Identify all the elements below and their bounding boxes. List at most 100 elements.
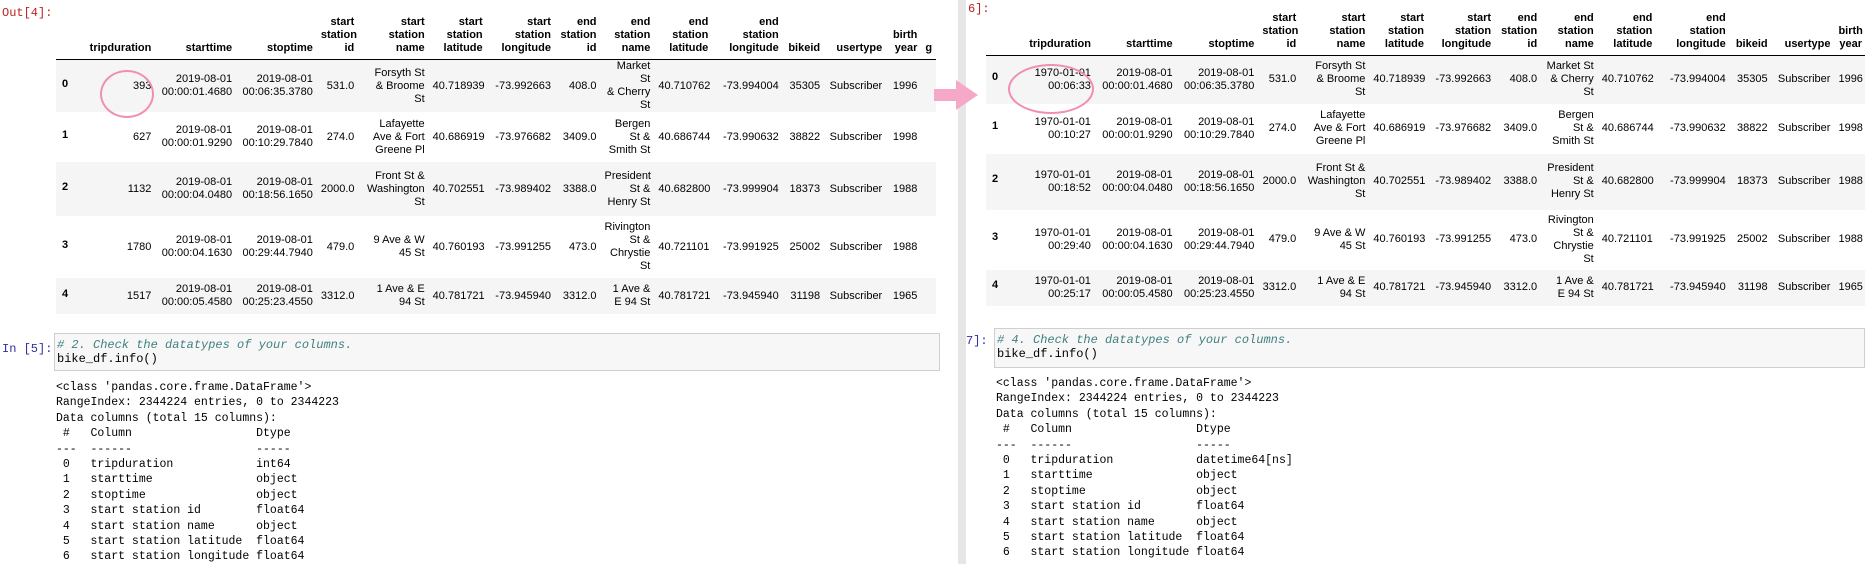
table-cell: 35305 bbox=[783, 60, 824, 113]
cell-text: 2019-08-01 bbox=[256, 176, 313, 188]
code-cell[interactable]: # 2. Check the datatypes of your columns… bbox=[54, 333, 940, 371]
column-header-text: start bbox=[1341, 12, 1366, 24]
cell-text: St bbox=[639, 99, 651, 111]
cell-text: Greene Pl bbox=[375, 143, 425, 156]
cell-text: 40.702551 bbox=[1373, 175, 1426, 187]
cell-text: 94 St bbox=[398, 296, 425, 308]
table-cell: 2000.0 bbox=[317, 162, 358, 216]
cell-text: 00:06:35.3780 bbox=[1183, 79, 1255, 92]
table-cell: 1988 bbox=[886, 162, 921, 216]
cell-text: 1988 bbox=[892, 240, 918, 253]
cell-text: -73.989402 bbox=[1435, 175, 1492, 187]
cell-text: 531.0 bbox=[326, 79, 355, 92]
row-index: 0 bbox=[992, 71, 999, 84]
cell-text: 40.721101 bbox=[1601, 233, 1653, 245]
cell-text: Subscriber bbox=[1777, 73, 1831, 86]
cell-text: 2019-08-01 bbox=[256, 73, 313, 85]
table-cell: 1988 bbox=[1834, 154, 1865, 210]
cell-text: 40.760193 bbox=[432, 240, 485, 253]
cell-text: -73.999904 bbox=[723, 182, 779, 195]
index-header bbox=[986, 12, 1007, 56]
column-header-text: id bbox=[1527, 38, 1538, 50]
table-cell: -73.999904 bbox=[1656, 154, 1729, 210]
table-cell: 3388.0 bbox=[555, 162, 601, 216]
cell-text: Subscriber bbox=[829, 182, 883, 195]
cell-text: St bbox=[414, 195, 425, 208]
table-cell: 40.686919 bbox=[429, 112, 487, 162]
cell-text: 40.781721 bbox=[1373, 281, 1426, 293]
cell-text: 2019-08-01 bbox=[1116, 226, 1173, 239]
table-cell: 25002 bbox=[783, 216, 824, 278]
cell-text: 00:00:04.1630 bbox=[1102, 239, 1173, 252]
table-cell: 3409.0 bbox=[1495, 104, 1541, 154]
cell-text: 00:06:35.3780 bbox=[242, 86, 313, 98]
table-cell: 40.721101 bbox=[654, 216, 712, 278]
table-cell: 40.686744 bbox=[654, 112, 712, 162]
column-header: stoptime bbox=[1177, 12, 1259, 56]
cell-text: 9 Ave & W bbox=[1314, 226, 1366, 239]
column-header-text: station bbox=[446, 29, 483, 41]
cell-text: 274.0 bbox=[326, 130, 355, 143]
table-cell: Lafayette Ave & Fort Greene Pl bbox=[358, 112, 428, 162]
table-cell: 31198 bbox=[1730, 270, 1772, 306]
column-header-text: latitude bbox=[669, 42, 709, 54]
cell-text: 00:00:04.0480 bbox=[161, 189, 233, 201]
cell-text: -73.945940 bbox=[1435, 281, 1492, 293]
table-cell: Lafayette Ave & Fort Greene Pl bbox=[1300, 104, 1369, 154]
table-row: 2 1132 2019-08-01 00:00:04.0480 2019-08-01 00… bbox=[56, 162, 936, 216]
table-header: tripduration starttime stoptime start statio… bbox=[986, 12, 1865, 56]
table-cell: 473.0 bbox=[1495, 210, 1541, 270]
table-cell: 408.0 bbox=[1495, 56, 1541, 104]
table-cell: -73.994004 bbox=[1656, 56, 1729, 104]
table-cell: 1998 bbox=[1834, 104, 1865, 154]
column-header: start station longitude bbox=[1428, 12, 1495, 56]
cell-text: 1965 bbox=[892, 289, 918, 302]
column-header-text: end bbox=[1574, 12, 1594, 24]
cell-text: 627 bbox=[133, 130, 152, 143]
cell-text: 40.710762 bbox=[1601, 73, 1654, 86]
table-cell: Subscriber bbox=[824, 112, 886, 162]
cell-text: 1996 bbox=[1838, 73, 1863, 86]
table-cell: 25002 bbox=[1730, 210, 1772, 270]
table-cell: Subscriber bbox=[824, 162, 886, 216]
cell-text: Ave & Fort bbox=[372, 130, 425, 143]
table-cell: 2019-08-01 00:00:01.9290 bbox=[1095, 104, 1177, 154]
column-header-text: station bbox=[1262, 25, 1299, 37]
code-cell[interactable]: # 4. Check the datatypes of your columns… bbox=[994, 328, 1865, 368]
table-cell: 1132 bbox=[77, 162, 156, 216]
table-cell: 2019-08-01 00:29:44.7940 bbox=[1177, 210, 1259, 270]
table-cell: 2019-08-01 00:00:04.1630 bbox=[155, 216, 236, 278]
table-cell: -73.994004 bbox=[712, 60, 782, 113]
cell-text: Market St bbox=[616, 60, 651, 85]
column-header: bikeid bbox=[783, 16, 824, 60]
column-header-text: station bbox=[1616, 25, 1653, 37]
table-body: 0 393 2019-08-01 00:00:01.4680 2019-08-01 00:… bbox=[56, 59, 936, 314]
cell-text: 40.760193 bbox=[1373, 233, 1426, 245]
column-header-text: station bbox=[672, 29, 709, 41]
table-cell: 1970-01-01 00:25:17 bbox=[1007, 270, 1095, 306]
cell-text: Chrystie bbox=[610, 247, 651, 259]
cell-text: 3312.0 bbox=[320, 289, 355, 302]
column-header-text: longitude bbox=[1676, 38, 1726, 50]
cell-text: 40.686744 bbox=[658, 130, 711, 143]
table-cell: 3312.0 bbox=[555, 278, 601, 314]
cell-text: 00:18:56.1650 bbox=[1183, 181, 1255, 194]
cell-text: 31198 bbox=[790, 289, 821, 302]
table-cell bbox=[921, 112, 936, 162]
cell-text: Greene Pl bbox=[1315, 135, 1366, 147]
cell-text: -73.992663 bbox=[495, 79, 551, 92]
column-header-text: end bbox=[1706, 12, 1726, 24]
table-cell: 627 bbox=[77, 112, 156, 162]
cell-text: 531.0 bbox=[1268, 73, 1297, 86]
cell-text: -73.999904 bbox=[1670, 175, 1726, 187]
table-cell: 40.682800 bbox=[1598, 154, 1657, 210]
index-header bbox=[56, 16, 77, 60]
table-cell: 38822 bbox=[783, 112, 824, 162]
table-row: 4 1517 2019-08-01 00:00:05.4580 2019-08-01 00… bbox=[56, 278, 936, 314]
table-cell bbox=[921, 278, 936, 314]
cell-text: 2000.0 bbox=[320, 182, 355, 195]
cell-text: President bbox=[1547, 162, 1594, 174]
code-line: bike_df.info() bbox=[57, 352, 158, 366]
cell-text: -73.945940 bbox=[723, 289, 779, 302]
column-header-text: birth bbox=[892, 29, 918, 41]
